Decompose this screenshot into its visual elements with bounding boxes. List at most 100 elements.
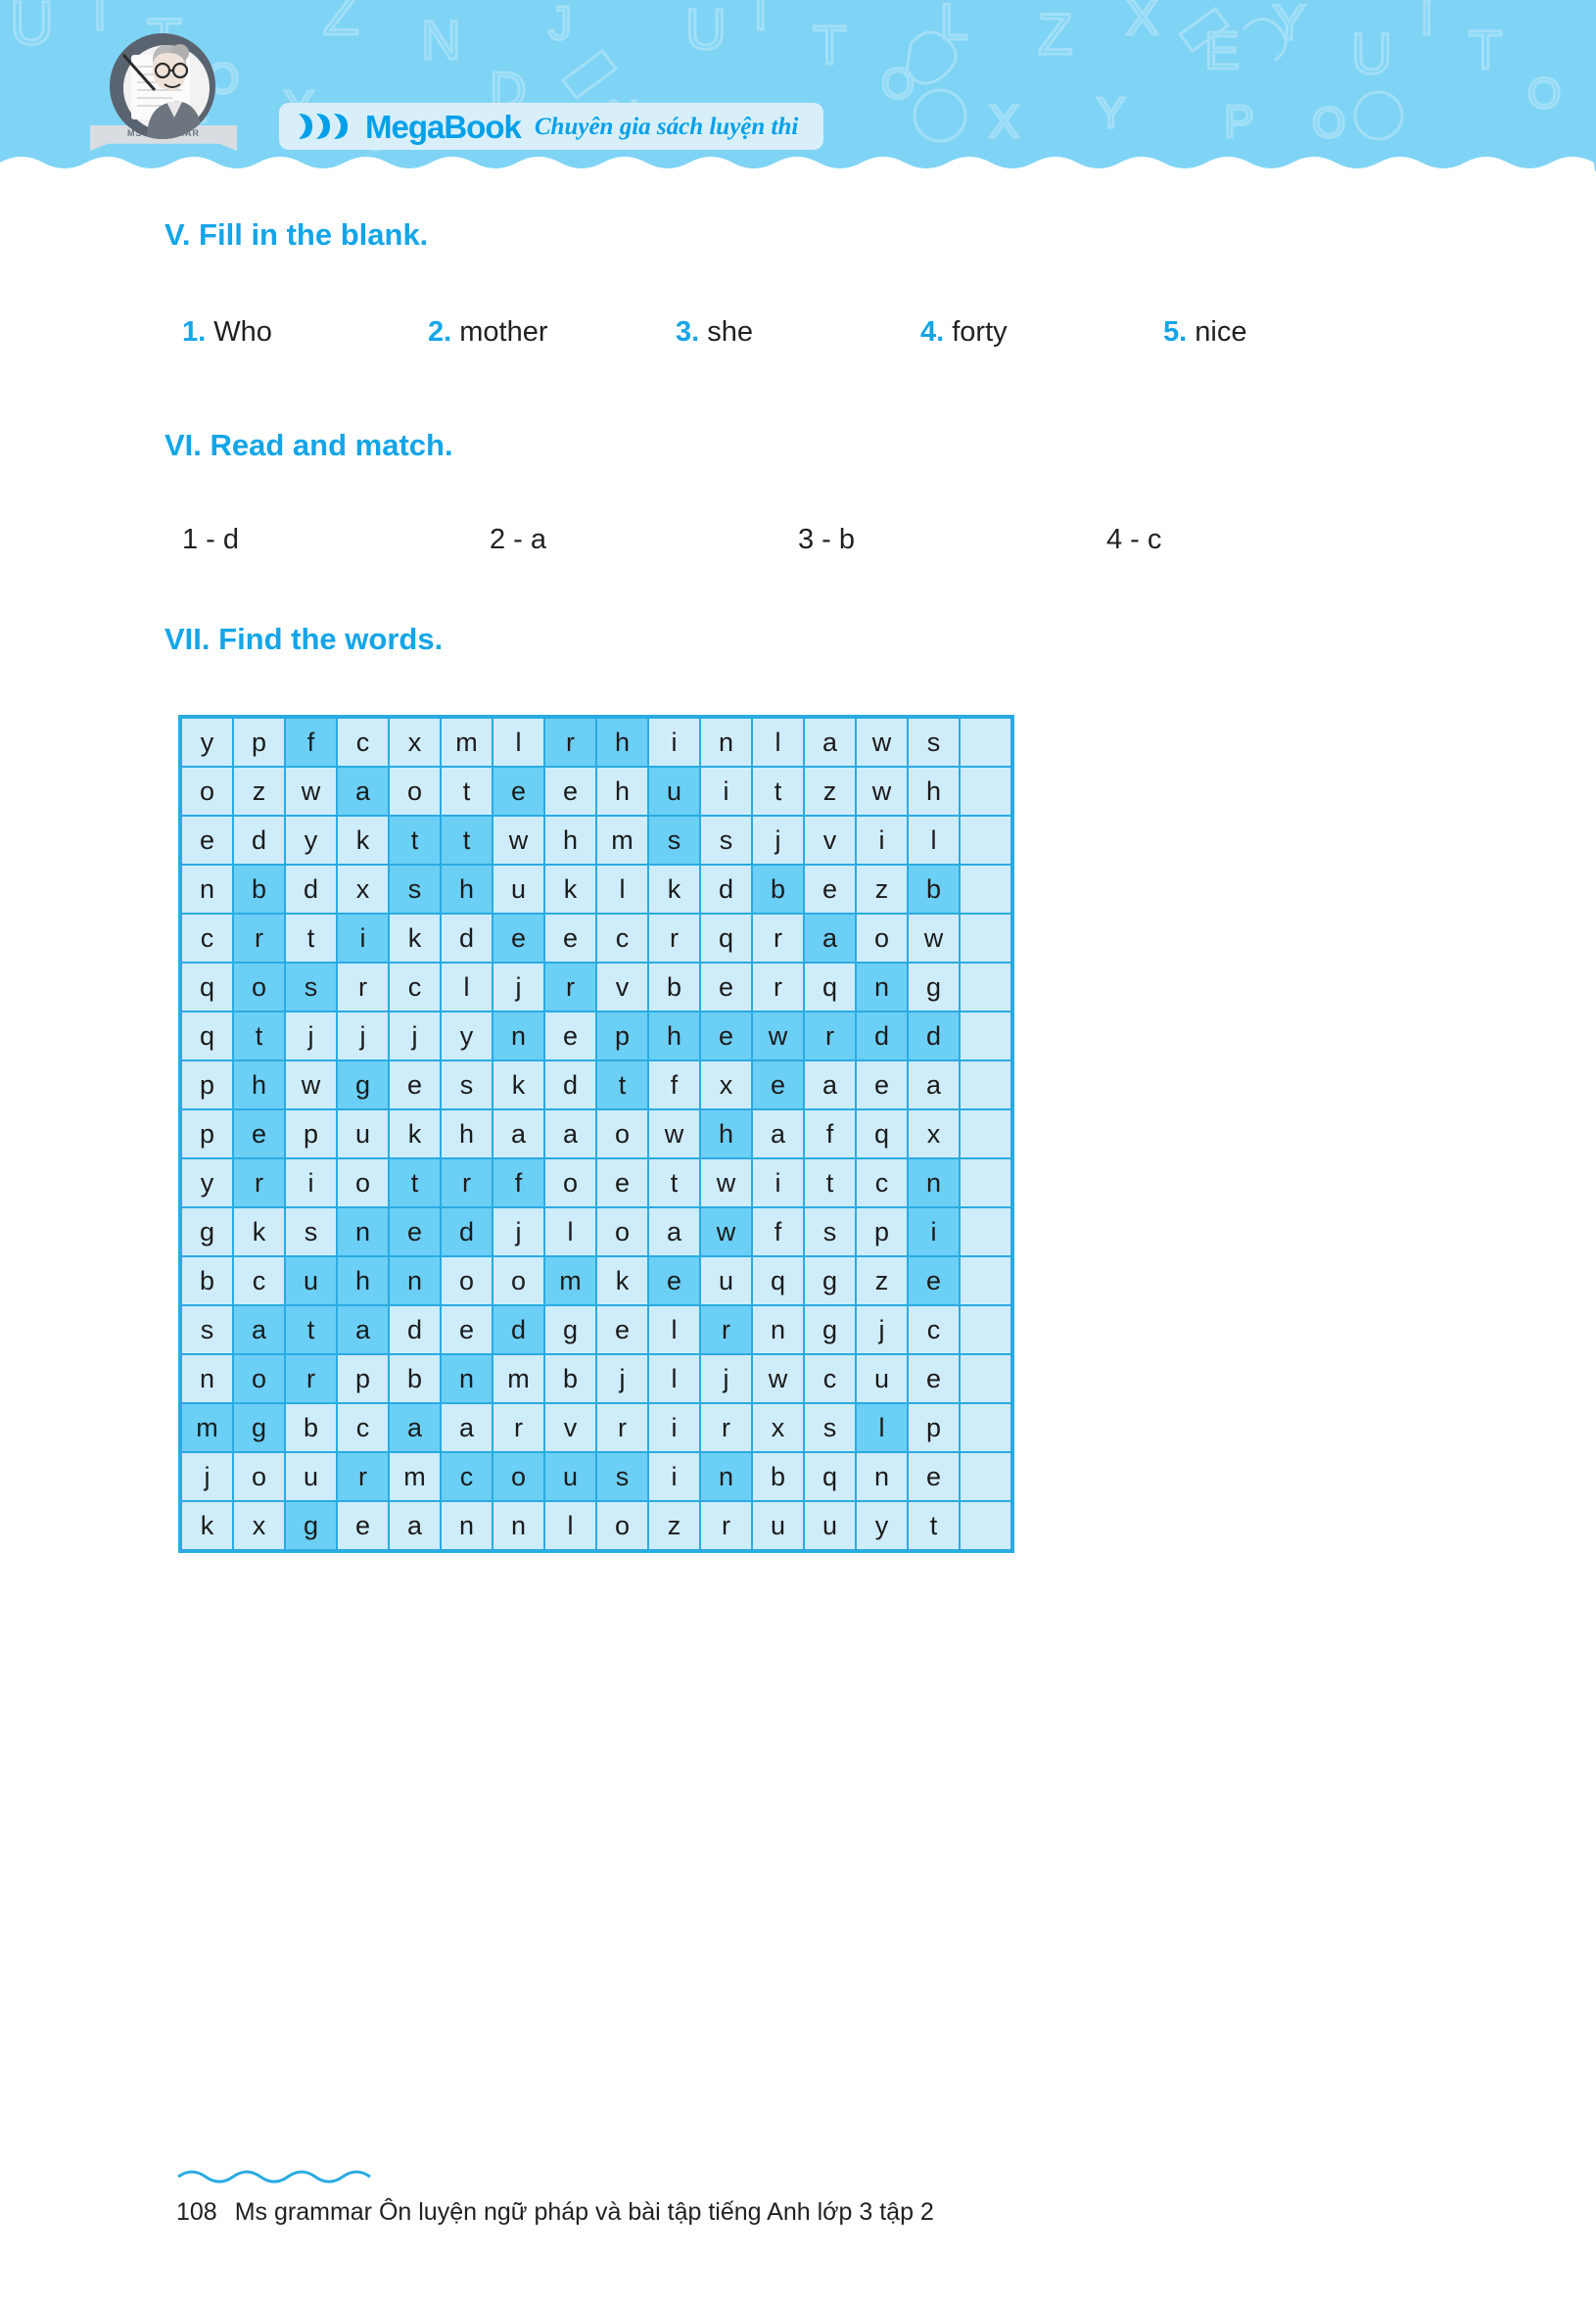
word-search-cell[interactable]: n <box>857 964 907 1011</box>
word-search-cell[interactable]: o <box>234 1453 284 1500</box>
word-search-cell[interactable]: a <box>545 1110 595 1157</box>
word-search-cell[interactable]: k <box>390 1110 440 1157</box>
word-search-cell[interactable]: j <box>390 1012 440 1059</box>
word-search-cell[interactable]: k <box>597 1257 647 1304</box>
word-search-cell[interactable]: j <box>597 1355 647 1402</box>
word-search-cell[interactable]: c <box>338 719 388 766</box>
word-search-cell[interactable] <box>961 817 1010 864</box>
word-search-cell[interactable]: e <box>909 1355 959 1402</box>
word-search-cell[interactable]: y <box>182 1159 232 1206</box>
word-search-cell[interactable]: w <box>701 1159 751 1206</box>
word-search-cell[interactable]: w <box>753 1355 803 1402</box>
word-search-cell[interactable]: e <box>701 1012 751 1059</box>
word-search-cell[interactable]: e <box>805 866 855 913</box>
word-search-cell[interactable]: p <box>182 1061 232 1108</box>
word-search-cell[interactable]: k <box>338 817 388 864</box>
word-search-cell[interactable]: b <box>390 1355 440 1402</box>
word-search-cell[interactable]: e <box>597 1159 647 1206</box>
word-search-cell[interactable]: z <box>234 768 284 815</box>
word-search-cell[interactable] <box>961 1404 1010 1451</box>
word-search-cell[interactable]: s <box>701 817 751 864</box>
word-search-cell[interactable]: f <box>753 1208 803 1255</box>
word-search-cell[interactable] <box>961 1257 1010 1304</box>
word-search-cell[interactable] <box>961 1061 1010 1108</box>
word-search-cell[interactable]: a <box>234 1306 284 1353</box>
word-search-cell[interactable]: b <box>753 866 803 913</box>
word-search-cell[interactable]: r <box>338 1453 388 1500</box>
word-search-cell[interactable]: w <box>857 719 907 766</box>
word-search-cell[interactable]: a <box>338 768 388 815</box>
word-search-cell[interactable]: k <box>390 915 440 962</box>
word-search-cell[interactable]: y <box>857 1502 907 1549</box>
word-search-cell[interactable]: r <box>442 1159 492 1206</box>
word-search-cell[interactable]: s <box>805 1208 855 1255</box>
word-search-cell[interactable]: a <box>805 915 855 962</box>
word-search-cell[interactable]: e <box>234 1110 284 1157</box>
word-search-cell[interactable]: j <box>338 1012 388 1059</box>
word-search-cell[interactable]: u <box>338 1110 388 1157</box>
word-search-cell[interactable]: t <box>442 768 492 815</box>
word-search-cell[interactable]: g <box>805 1306 855 1353</box>
word-search-cell[interactable]: e <box>909 1257 959 1304</box>
word-search-cell[interactable]: d <box>909 1012 959 1059</box>
word-search-cell[interactable]: t <box>753 768 803 815</box>
word-search-cell[interactable]: s <box>286 1208 336 1255</box>
word-search-cell[interactable]: h <box>442 866 492 913</box>
word-search-cell[interactable]: s <box>805 1404 855 1451</box>
word-search-cell[interactable]: b <box>649 964 699 1011</box>
word-search-cell[interactable]: c <box>182 915 232 962</box>
word-search-cell[interactable]: c <box>909 1306 959 1353</box>
word-search-cell[interactable]: r <box>234 1159 284 1206</box>
word-search-cell[interactable]: p <box>909 1404 959 1451</box>
word-search-cell[interactable]: n <box>493 1012 543 1059</box>
word-search-cell[interactable]: a <box>493 1110 543 1157</box>
word-search-cell[interactable]: n <box>493 1502 543 1549</box>
word-search-cell[interactable]: t <box>234 1012 284 1059</box>
word-search-cell[interactable]: w <box>493 817 543 864</box>
word-search-grid[interactable]: ypfcxmlrhinlawsozwaoteehuitzwhedykttwhms… <box>178 715 1014 1553</box>
word-search-cell[interactable]: w <box>753 1012 803 1059</box>
word-search-cell[interactable]: n <box>442 1502 492 1549</box>
word-search-cell[interactable]: e <box>442 1306 492 1353</box>
word-search-cell[interactable]: i <box>338 915 388 962</box>
word-search-cell[interactable]: t <box>909 1502 959 1549</box>
word-search-cell[interactable]: x <box>909 1110 959 1157</box>
word-search-cell[interactable]: n <box>857 1453 907 1500</box>
word-search-cell[interactable]: p <box>597 1012 647 1059</box>
word-search-cell[interactable]: x <box>234 1502 284 1549</box>
word-search-cell[interactable]: o <box>545 1159 595 1206</box>
word-search-cell[interactable]: a <box>442 1404 492 1451</box>
word-search-cell[interactable]: e <box>545 768 595 815</box>
word-search-cell[interactable]: a <box>805 1061 855 1108</box>
word-search-cell[interactable]: w <box>649 1110 699 1157</box>
word-search-cell[interactable]: u <box>286 1453 336 1500</box>
word-search-cell[interactable]: n <box>182 1355 232 1402</box>
word-search-cell[interactable]: d <box>234 817 284 864</box>
word-search-cell[interactable]: o <box>857 915 907 962</box>
word-search-cell[interactable]: o <box>597 1208 647 1255</box>
word-search-cell[interactable]: f <box>493 1159 543 1206</box>
word-search-cell[interactable]: w <box>701 1208 751 1255</box>
word-search-cell[interactable]: u <box>493 866 543 913</box>
word-search-cell[interactable]: o <box>182 768 232 815</box>
word-search-cell[interactable]: l <box>442 964 492 1011</box>
word-search-cell[interactable]: c <box>234 1257 284 1304</box>
word-search-cell[interactable]: n <box>753 1306 803 1353</box>
word-search-cell[interactable]: t <box>597 1061 647 1108</box>
word-search-cell[interactable]: e <box>390 1061 440 1108</box>
word-search-cell[interactable]: s <box>597 1453 647 1500</box>
word-search-cell[interactable]: m <box>390 1453 440 1500</box>
word-search-cell[interactable]: m <box>545 1257 595 1304</box>
word-search-cell[interactable]: e <box>493 768 543 815</box>
word-search-cell[interactable]: r <box>545 719 595 766</box>
word-search-cell[interactable]: g <box>286 1502 336 1549</box>
word-search-cell[interactable]: r <box>701 1404 751 1451</box>
word-search-cell[interactable]: h <box>701 1110 751 1157</box>
word-search-cell[interactable] <box>961 964 1010 1011</box>
word-search-cell[interactable]: m <box>493 1355 543 1402</box>
word-search-cell[interactable]: h <box>234 1061 284 1108</box>
word-search-cell[interactable]: d <box>390 1306 440 1353</box>
word-search-cell[interactable]: o <box>338 1159 388 1206</box>
word-search-cell[interactable]: n <box>442 1355 492 1402</box>
word-search-cell[interactable]: k <box>234 1208 284 1255</box>
